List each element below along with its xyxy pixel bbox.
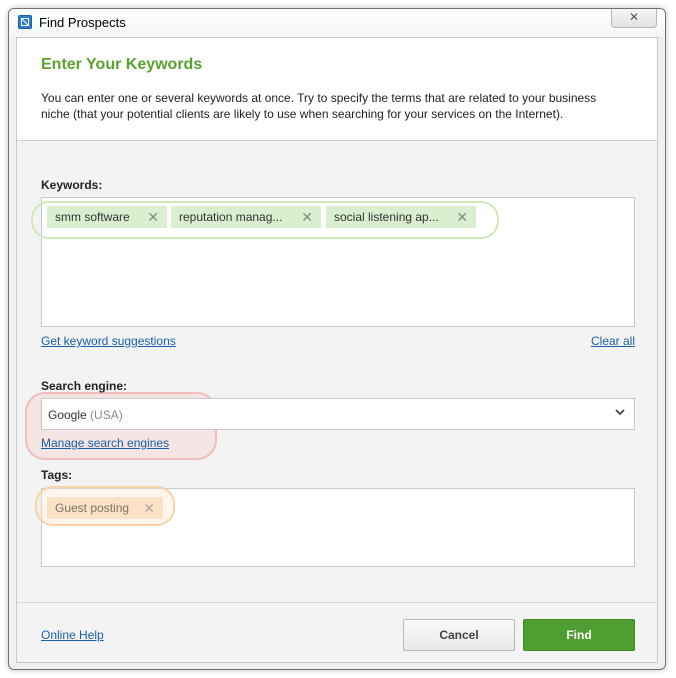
dialog-header: Enter Your Keywords You can enter one or…: [17, 38, 657, 141]
page-title: Enter Your Keywords: [41, 56, 203, 73]
keywords-label: Keywords:: [41, 178, 103, 192]
get-keyword-suggestions-link[interactable]: Get keyword suggestions: [41, 334, 176, 348]
search-engine-name: Google: [48, 408, 87, 422]
close-button[interactable]: ✕: [611, 9, 657, 28]
search-engine-value: Google (USA): [48, 408, 123, 422]
keywords-highlight: [31, 201, 499, 239]
clear-all-link[interactable]: Clear all: [591, 334, 635, 348]
search-engine-select[interactable]: Google (USA): [41, 398, 635, 430]
online-help-link[interactable]: Online Help: [41, 628, 104, 642]
find-prospects-dialog: Find Prospects ✕ Enter Your Keywords You…: [8, 8, 666, 670]
title-bar: Find Prospects ✕: [9, 9, 665, 37]
instructions-text: You can enter one or several keywords at…: [41, 91, 597, 121]
cancel-button[interactable]: Cancel: [403, 619, 515, 651]
search-engine-label: Search engine:: [41, 379, 128, 393]
chevron-down-icon: [615, 406, 625, 420]
dialog-content: Enter Your Keywords You can enter one or…: [16, 37, 658, 663]
tags-highlight: [35, 486, 175, 526]
manage-search-engines-link[interactable]: Manage search engines: [41, 436, 169, 450]
tags-label: Tags:: [41, 468, 73, 482]
find-button[interactable]: Find: [523, 619, 635, 651]
footer-divider: [17, 602, 657, 603]
search-engine-region: (USA): [90, 408, 123, 422]
window-title: Find Prospects: [39, 15, 126, 30]
app-icon: [18, 15, 32, 29]
